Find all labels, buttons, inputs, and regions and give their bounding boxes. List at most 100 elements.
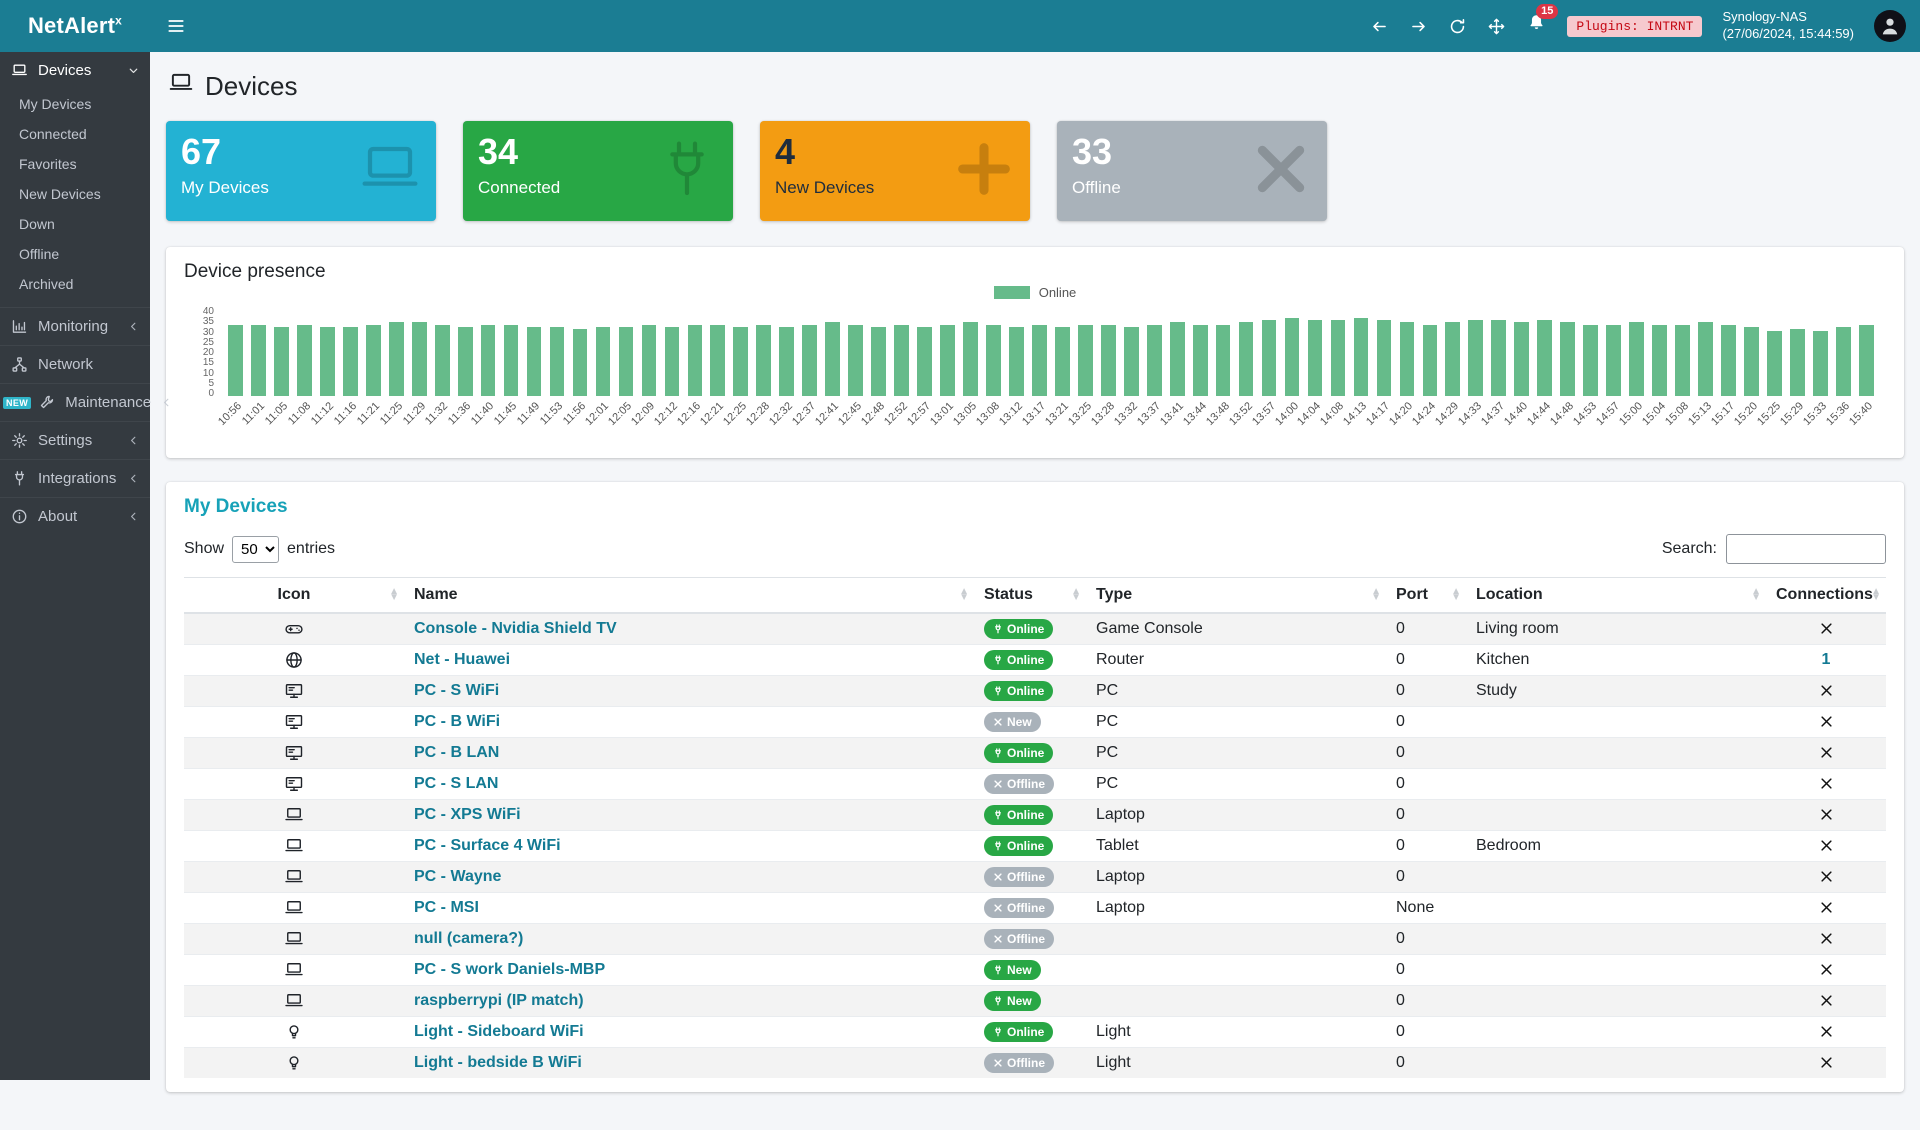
device-name-link[interactable]: Console - Nvidia Shield TV xyxy=(414,620,617,637)
app-logo[interactable]: NetAlertx xyxy=(0,13,150,39)
sidebar-item-connected[interactable]: Connected xyxy=(0,119,150,149)
sidebar-item-archived[interactable]: Archived xyxy=(0,269,150,299)
column-header-location[interactable]: Location▲▼ xyxy=(1466,578,1766,614)
device-port: 0 xyxy=(1386,955,1466,986)
column-header-icon[interactable]: Icon▲▼ xyxy=(184,578,404,614)
chart-bar xyxy=(867,327,890,396)
device-name-link[interactable]: Light - Sideboard WiFi xyxy=(414,1023,584,1040)
chart-bar xyxy=(844,325,867,396)
sidebar-item-settings[interactable]: Settings xyxy=(0,421,150,459)
device-name-link[interactable]: Net - Huawei xyxy=(414,651,510,668)
chart-legend: Online xyxy=(184,285,1886,300)
chevron-down-icon xyxy=(127,64,140,77)
sidebar-item-favorites[interactable]: Favorites xyxy=(0,149,150,179)
column-header-status[interactable]: Status▲▼ xyxy=(974,578,1086,614)
column-header-port[interactable]: Port▲▼ xyxy=(1386,578,1466,614)
search-input[interactable] xyxy=(1726,534,1886,564)
chart-bar xyxy=(936,325,959,396)
refresh-icon[interactable] xyxy=(1448,17,1467,36)
forward-arrow-icon[interactable] xyxy=(1409,17,1428,36)
status-badge: Online xyxy=(984,619,1053,639)
device-name-link[interactable]: PC - B WiFi xyxy=(414,713,500,730)
avatar[interactable] xyxy=(1874,10,1906,42)
status-badge: Offline xyxy=(984,898,1054,918)
laptop-icon xyxy=(284,836,304,856)
sidebar-item-label: Integrations xyxy=(38,470,116,487)
notifications-bell-icon[interactable]: 15 xyxy=(1526,13,1547,39)
chart-bar xyxy=(1533,320,1556,396)
chart-bar xyxy=(1855,325,1878,396)
sidebar-item-my-devices[interactable]: My Devices xyxy=(0,89,150,119)
chart-bar xyxy=(729,327,752,396)
sidebar-item-devices[interactable]: Devices xyxy=(0,52,150,89)
summary-box-connected[interactable]: 34Connected xyxy=(463,121,733,221)
status-badge: Offline xyxy=(984,929,1054,949)
device-name-link[interactable]: PC - Surface 4 WiFi xyxy=(414,837,561,854)
device-connections xyxy=(1766,1017,1886,1048)
device-name-link[interactable]: PC - S WiFi xyxy=(414,682,499,699)
column-header-name[interactable]: Name▲▼ xyxy=(404,578,974,614)
device-location: Bedroom xyxy=(1466,831,1766,862)
plug-icon xyxy=(993,624,1003,634)
device-name-link[interactable]: PC - S work Daniels-MBP xyxy=(414,961,605,978)
device-port: 0 xyxy=(1386,707,1466,738)
chart-bar xyxy=(546,327,569,396)
chart-bar xyxy=(1786,329,1809,396)
chart-bar xyxy=(431,325,454,396)
chart-bar xyxy=(1717,325,1740,396)
sidebar-item-offline[interactable]: Offline xyxy=(0,239,150,269)
plugins-status-badge[interactable]: Plugins: INTRNT xyxy=(1567,16,1702,37)
connections-count-link[interactable]: 1 xyxy=(1822,651,1831,668)
sidebar-item-integrations[interactable]: Integrations xyxy=(0,459,150,497)
device-name-link[interactable]: PC - MSI xyxy=(414,899,479,916)
chart-bar xyxy=(224,325,247,396)
page-length-select[interactable]: 50 xyxy=(232,536,279,563)
chart-bar xyxy=(1579,325,1602,396)
plus-icon xyxy=(952,137,1016,201)
chart-bar xyxy=(316,327,339,396)
sort-icon: ▲▼ xyxy=(1071,589,1081,601)
chart-bar xyxy=(1028,325,1051,396)
summary-box-new-devices[interactable]: 4New Devices xyxy=(760,121,1030,221)
device-name-link[interactable]: Light - bedside B WiFi xyxy=(414,1054,582,1071)
device-name-link[interactable]: raspberrypi (IP match) xyxy=(414,992,584,1009)
status-badge: New xyxy=(984,991,1041,1011)
device-type: Router xyxy=(1086,645,1386,676)
status-badge: Online xyxy=(984,836,1053,856)
sidebar-submenu-devices: My DevicesConnectedFavoritesNew DevicesD… xyxy=(0,89,150,307)
summary-box-offline[interactable]: 33Offline xyxy=(1057,121,1327,221)
sidebar-item-monitoring[interactable]: Monitoring xyxy=(0,307,150,345)
column-header-type[interactable]: Type▲▼ xyxy=(1086,578,1386,614)
chart-bar xyxy=(637,325,660,396)
arrows-move-icon[interactable] xyxy=(1487,17,1506,36)
device-name-link[interactable]: null (camera?) xyxy=(414,930,523,947)
table-row: Net - HuaweiOnlineRouter0Kitchen1 xyxy=(184,645,1886,676)
sidebar-item-about[interactable]: About xyxy=(0,497,150,535)
chevron-left-icon xyxy=(127,434,140,447)
laptop-icon xyxy=(284,805,304,825)
column-header-connections[interactable]: Connections▲▼ xyxy=(1766,578,1886,614)
chart-bar xyxy=(1258,320,1281,396)
sidebar-item-label: Network xyxy=(38,356,93,373)
table-row: PC - B WiFiNewPC0 xyxy=(184,707,1886,738)
table-row: PC - WayneOfflineLaptop0 xyxy=(184,862,1886,893)
device-name-link[interactable]: PC - XPS WiFi xyxy=(414,806,521,823)
sidebar-item-down[interactable]: Down xyxy=(0,209,150,239)
back-arrow-icon[interactable] xyxy=(1370,17,1389,36)
search-control: Search: xyxy=(1662,534,1886,564)
sidebar-item-maintenance[interactable]: NEWMaintenance xyxy=(0,383,150,421)
device-name-link[interactable]: PC - Wayne xyxy=(414,868,501,885)
no-connection-icon xyxy=(1819,869,1834,884)
summary-box-my-devices[interactable]: 67My Devices xyxy=(166,121,436,221)
chart-bar xyxy=(592,327,615,396)
plug-icon xyxy=(993,1027,1003,1037)
my-devices-card: My Devices Show 50 entries Search: Icon▲… xyxy=(166,482,1904,1092)
chart-bar xyxy=(1349,318,1372,396)
sidebar-item-network[interactable]: Network xyxy=(0,345,150,383)
device-name-link[interactable]: PC - B LAN xyxy=(414,744,499,761)
menu-toggle-icon[interactable] xyxy=(166,16,186,36)
device-location xyxy=(1466,1048,1766,1079)
sidebar-item-new-devices[interactable]: New Devices xyxy=(0,179,150,209)
status-badge-label: Online xyxy=(1007,684,1044,698)
device-name-link[interactable]: PC - S LAN xyxy=(414,775,498,792)
